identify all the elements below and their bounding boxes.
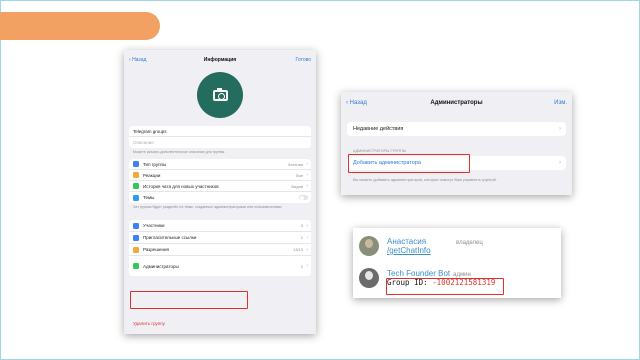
recent-actions-label: Недавние действия <box>353 126 404 132</box>
command-link[interactable]: /getChatInfo <box>387 246 483 255</box>
highlight-group-id <box>386 278 504 295</box>
row-label: Реакции <box>143 172 161 178</box>
description-hint: Можете указать дополнительное описание д… <box>133 150 226 154</box>
key-icon <box>133 246 139 253</box>
user-message-body: Анастасия владелец /getChatInfo <box>387 237 483 255</box>
chevron-right-icon: › <box>559 160 561 166</box>
back-label: Назад <box>132 57 147 63</box>
avatar <box>359 236 379 256</box>
highlight-add-admin <box>348 154 470 173</box>
slide: ‹ Назад Информация Готово Telegram group… <box>0 0 640 360</box>
row-label: Темы <box>143 195 155 200</box>
row-label: Администраторы <box>143 263 179 269</box>
chevron-right-icon: › <box>306 246 308 253</box>
admins-section-header: АДМИНИСТРАТОРЫ ГРУППЫ <box>353 149 407 153</box>
group-name-value: Telegram groups <box>133 128 167 134</box>
row-value: 3 <box>300 223 303 228</box>
user-role: владелец <box>456 240 483 246</box>
camera-icon <box>212 87 228 101</box>
row-invite-links[interactable]: Пригласительные ссылки 1 › <box>129 232 311 244</box>
chevron-right-icon: › <box>306 234 308 241</box>
name-description-group: Telegram groups Описание <box>129 126 311 148</box>
row-label: Тип группы <box>143 161 167 167</box>
row-administrators[interactable]: Администраторы 2 › <box>129 256 311 276</box>
user-name: Анастасия <box>387 237 427 246</box>
members-group: Участники 3 › Пригласительные ссылки 1 ›… <box>129 220 311 276</box>
done-button[interactable]: Готово <box>296 57 311 63</box>
back-label: Назад <box>349 100 367 106</box>
chat-snippet-screenshot: Анастасия владелец /getChatInfo Tech Fou… <box>353 228 561 298</box>
group-type-icon <box>133 161 139 167</box>
row-topics: Темы <box>129 192 311 203</box>
accent-bar <box>0 12 160 40</box>
back-button[interactable]: ‹ Назад <box>129 57 146 63</box>
highlight-administrators <box>130 291 248 309</box>
history-icon <box>133 183 139 189</box>
chevron-right-icon: › <box>306 172 308 178</box>
admins-title: Администраторы <box>430 100 483 106</box>
user-message: Анастасия владелец /getChatInfo <box>359 236 483 256</box>
members-icon <box>133 222 139 229</box>
chevron-right-icon: › <box>559 126 561 132</box>
avatar <box>359 268 379 288</box>
admins-nav-bar: ‹ Назад Администраторы Изм. <box>341 92 572 114</box>
row-members[interactable]: Участники 3 › <box>129 220 311 232</box>
administrators-screenshot: ‹ Назад Администраторы Изм. Недавние дей… <box>341 92 572 195</box>
topics-hint: Чат группы будет разделён на темы, созда… <box>133 205 283 209</box>
topics-icon <box>133 194 139 201</box>
edit-button[interactable]: Изм. <box>554 100 567 106</box>
row-permissions[interactable]: Разрешения 13/13 › <box>129 244 311 256</box>
group-avatar-button[interactable] <box>197 72 243 118</box>
row-label: Разрешения <box>143 247 169 252</box>
row-reactions[interactable]: Реакции Все › <box>129 170 311 181</box>
bot-name: Tech Founder Bot <box>387 269 451 278</box>
group-name-field[interactable]: Telegram groups <box>129 126 311 137</box>
row-value: 1 <box>300 235 303 240</box>
settings-group: Тип группы Частная › Реакции Все › Истор… <box>129 159 311 203</box>
link-icon <box>133 234 139 241</box>
admins-hint: Вы можете добавить администраторов, кото… <box>353 178 497 182</box>
chevron-right-icon: › <box>306 161 308 167</box>
row-value: Видна <box>291 183 303 189</box>
back-button[interactable]: ‹ Назад <box>346 100 367 106</box>
info-nav-bar: ‹ Назад Информация Готово <box>124 50 316 70</box>
row-value: Частная <box>287 161 303 167</box>
delete-group-button[interactable]: Удалить группу <box>133 321 165 326</box>
row-value: Все <box>296 172 303 178</box>
chevron-right-icon: › <box>306 222 308 229</box>
bot-message-header: Tech Founder Bot админ <box>387 269 495 278</box>
row-chat-history[interactable]: История чата для новых участников Видна … <box>129 181 311 192</box>
row-value: 2 <box>300 263 303 269</box>
chevron-right-icon: › <box>306 183 308 189</box>
recent-actions-row[interactable]: Недавние действия › <box>347 122 566 136</box>
row-value: 13/13 <box>292 247 303 252</box>
row-group-type[interactable]: Тип группы Частная › <box>129 159 311 170</box>
topics-toggle[interactable] <box>299 195 308 200</box>
description-placeholder: Описание <box>133 140 154 145</box>
group-info-screenshot: ‹ Назад Информация Готово Telegram group… <box>124 50 316 334</box>
reactions-icon <box>133 172 139 178</box>
user-message-header: Анастасия владелец <box>387 237 483 246</box>
chevron-right-icon: › <box>306 263 308 269</box>
row-label: Участники <box>143 223 165 228</box>
row-label: История чата для новых участников <box>143 183 219 189</box>
info-title: Информация <box>203 57 237 63</box>
row-label: Пригласительные ссылки <box>143 235 197 240</box>
description-field[interactable]: Описание <box>129 137 311 148</box>
admin-badge-icon <box>133 263 139 269</box>
